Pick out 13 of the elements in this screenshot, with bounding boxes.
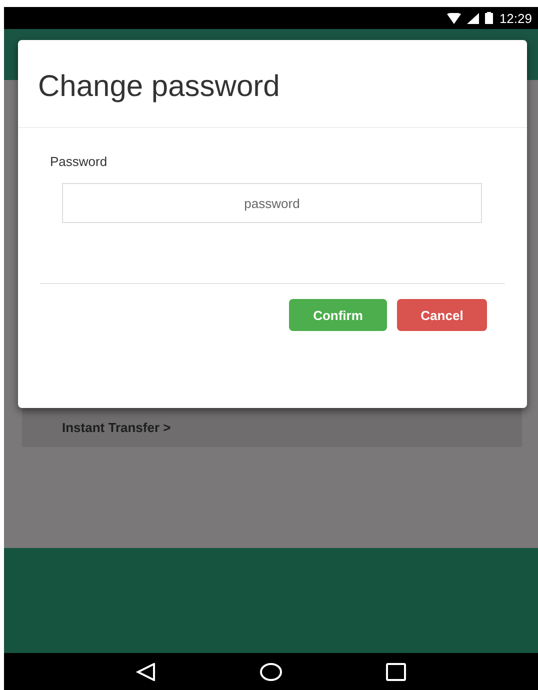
clock-time: 12:29 <box>499 10 532 26</box>
password-field[interactable]: password <box>62 183 482 223</box>
field-label: Password <box>50 154 108 169</box>
battery-icon <box>485 12 494 24</box>
cancel-button[interactable]: Cancel <box>397 299 487 331</box>
home-icon[interactable] <box>260 662 282 680</box>
instant-transfer-link[interactable]: Instant Transfer > <box>62 420 171 434</box>
recents-icon[interactable] <box>386 662 406 680</box>
dialog-title: Change password <box>38 70 280 103</box>
back-icon[interactable] <box>136 662 156 680</box>
signal-icon <box>467 12 480 24</box>
wifi-icon <box>447 12 462 24</box>
confirm-button[interactable]: Confirm <box>289 299 387 331</box>
